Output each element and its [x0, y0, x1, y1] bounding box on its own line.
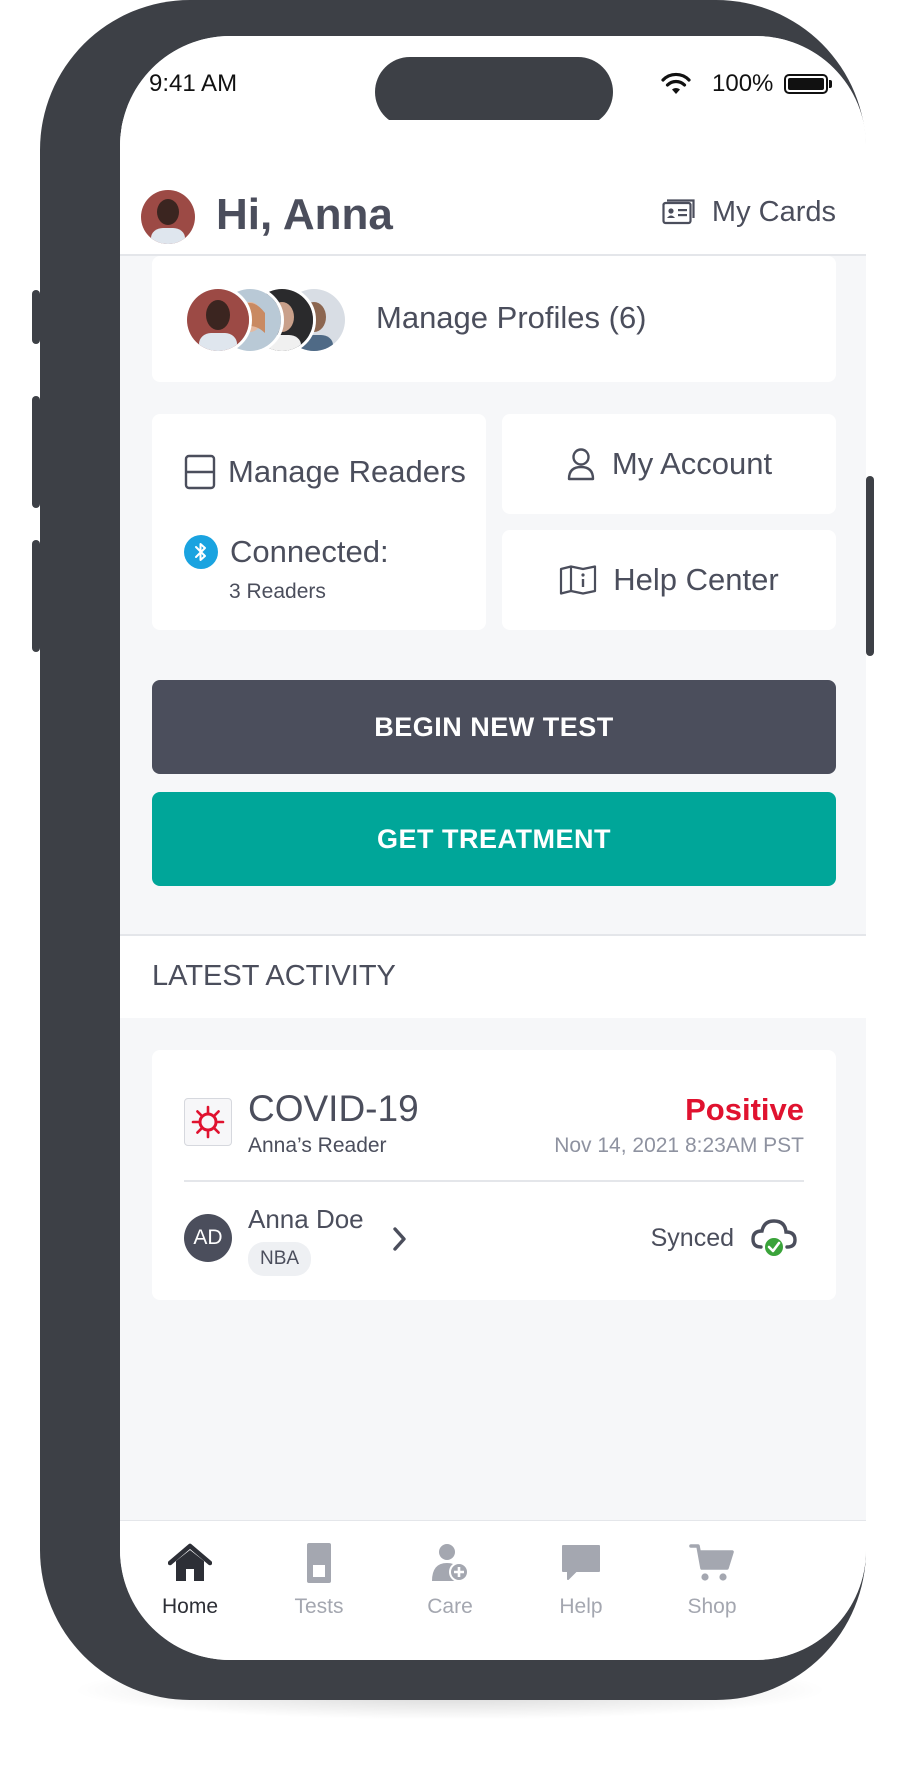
- home-icon: [168, 1543, 212, 1581]
- activity-item[interactable]: COVID-19 Anna’s Reader Positive Nov 14, …: [152, 1050, 836, 1300]
- manage-readers-row[interactable]: Manage Readers: [184, 454, 466, 490]
- bottom-tab-bar: Home Tests Care Help Shop: [120, 1520, 866, 1660]
- profile-avatar: [184, 286, 252, 354]
- manage-readers-card[interactable]: Manage Readers Connected: 3 Readers: [152, 414, 486, 630]
- volume-up-button: [32, 396, 40, 508]
- manage-profiles-label: Manage Profiles (6): [376, 300, 647, 335]
- battery-icon: [784, 74, 828, 94]
- help-center-card[interactable]: Help Center: [502, 530, 836, 630]
- volume-down-button: [32, 540, 40, 652]
- my-cards-button[interactable]: My Cards: [662, 196, 836, 229]
- tab-help-label: Help: [559, 1595, 603, 1618]
- begin-new-test-button[interactable]: BEGIN NEW TEST: [152, 680, 836, 774]
- get-treatment-button[interactable]: GET TREATMENT: [152, 792, 836, 886]
- reader-device-icon: [184, 454, 216, 490]
- status-time: 9:41 AM: [149, 70, 238, 97]
- person-name: Anna Doe: [248, 1204, 364, 1234]
- my-account-card[interactable]: My Account: [502, 414, 836, 514]
- my-account-label: My Account: [611, 446, 773, 481]
- tab-shop-label: Shop: [687, 1595, 737, 1618]
- test-datetime: Nov 14, 2021 8:23AM PST: [554, 1134, 804, 1157]
- connection-status: Connected:: [184, 534, 389, 570]
- connected-label: Connected:: [230, 534, 389, 569]
- chat-icon: [562, 1545, 600, 1580]
- bluetooth-icon: [184, 535, 218, 569]
- chevron-right-icon[interactable]: [390, 1224, 410, 1254]
- care-icon: [432, 1544, 469, 1582]
- test-reader-name: Anna’s Reader: [248, 1134, 387, 1157]
- test-name: COVID-19: [248, 1088, 419, 1129]
- tab-care-label: Care: [427, 1595, 473, 1618]
- battery-tip: [829, 80, 832, 88]
- cart-icon: [689, 1544, 734, 1581]
- cloud-synced-icon: [751, 1219, 797, 1258]
- latest-activity-title: LATEST ACTIVITY: [152, 960, 396, 992]
- person-tag: NBA: [248, 1242, 312, 1276]
- phone-frame: 9:41 AM 100% Hi, Anna My Cards Manage Pr…: [32, 0, 874, 1700]
- tab-tests[interactable]: Tests: [259, 1543, 379, 1619]
- app-screen: 9:41 AM 100% Hi, Anna My Cards Manage Pr…: [120, 36, 866, 1660]
- my-cards-label: My Cards: [711, 196, 836, 228]
- help-center-label: Help Center: [613, 562, 779, 597]
- tab-tests-label: Tests: [294, 1595, 344, 1618]
- battery-percent: 100%: [712, 70, 774, 97]
- tab-home-label: Home: [161, 1595, 219, 1618]
- person-initials-avatar: AD: [184, 1214, 232, 1262]
- latest-activity-header: LATEST ACTIVITY: [120, 934, 866, 1018]
- tab-care[interactable]: Care: [390, 1543, 510, 1619]
- tab-shop[interactable]: Shop: [652, 1543, 772, 1619]
- sync-status: Synced: [650, 1224, 734, 1252]
- tab-help[interactable]: Help: [521, 1543, 641, 1619]
- user-avatar[interactable]: [141, 190, 195, 244]
- power-button: [866, 476, 874, 656]
- test-result: Positive: [685, 1092, 804, 1127]
- wifi-icon: [661, 72, 691, 94]
- manage-readers-label: Manage Readers: [228, 454, 466, 489]
- manage-profiles-card[interactable]: Manage Profiles (6): [152, 256, 836, 382]
- app-header: Hi, Anna My Cards: [120, 120, 866, 256]
- user-portrait-icon: [141, 190, 195, 244]
- covid-virus-icon: [184, 1098, 232, 1146]
- reader-count: 3 Readers: [229, 580, 326, 603]
- test-icon: [307, 1543, 331, 1583]
- id-card-icon: [662, 198, 695, 224]
- person-icon: [567, 448, 595, 481]
- tab-home[interactable]: Home: [130, 1543, 250, 1619]
- dynamic-island: [375, 57, 613, 127]
- map-info-icon: [560, 565, 597, 595]
- profile-avatars: [184, 286, 354, 354]
- activity-divider: [184, 1180, 804, 1182]
- greeting-title: Hi, Anna: [216, 190, 393, 239]
- mute-switch: [32, 290, 40, 344]
